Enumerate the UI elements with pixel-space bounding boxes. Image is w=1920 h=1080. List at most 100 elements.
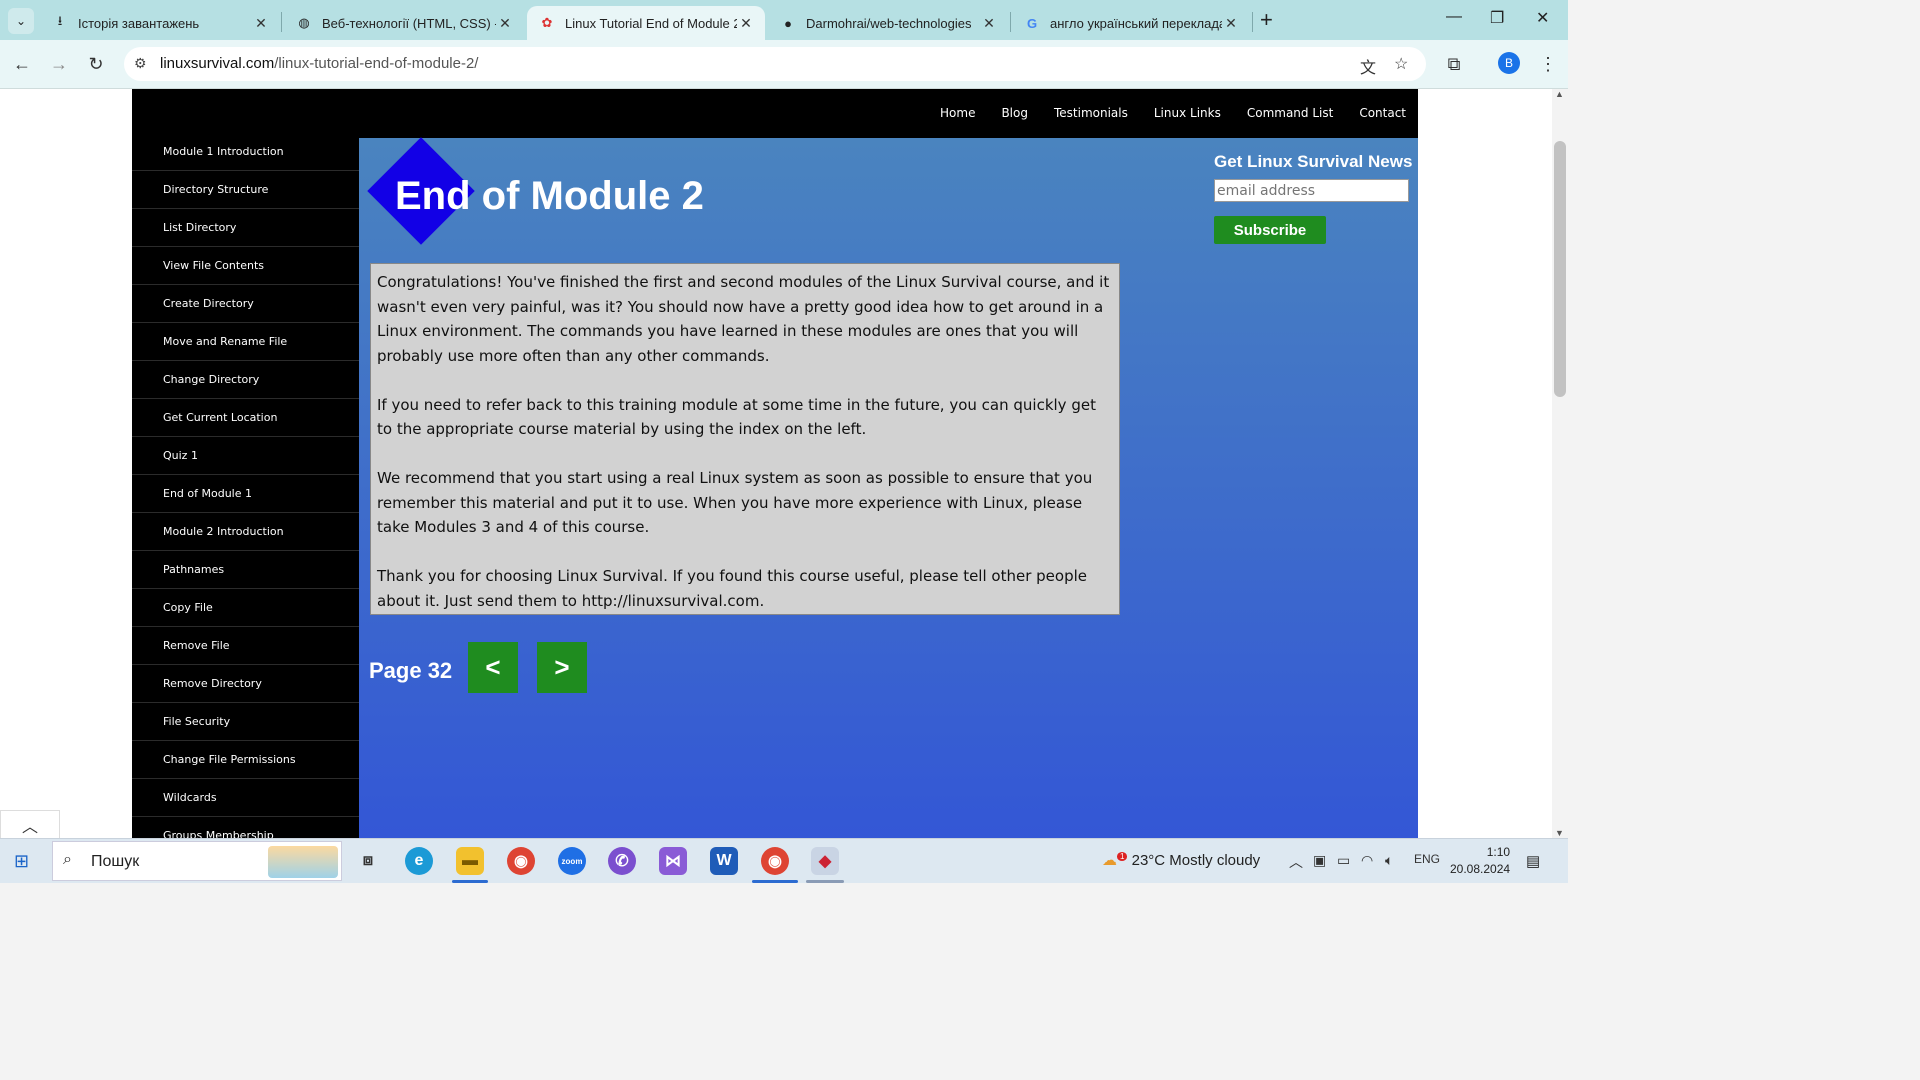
weather-widget[interactable]: ☁ 1 23°C Mostly cloudy — [1102, 851, 1260, 869]
forward-arrow-icon[interactable]: → — [47, 52, 71, 76]
chrome-icon[interactable]: ◉ — [507, 847, 535, 875]
sidebar-item[interactable]: Get Current Location — [132, 399, 359, 437]
close-window-icon[interactable]: ✕ — [1536, 8, 1549, 28]
sidebar-item[interactable]: Copy File — [132, 589, 359, 627]
viber-icon[interactable]: ✆ — [608, 847, 636, 875]
back-arrow-icon[interactable]: ← — [10, 52, 34, 76]
chevron-up-icon: ︿ — [21, 819, 38, 836]
sidebar-item[interactable]: Module 1 Introduction — [132, 133, 359, 171]
site-container: Home Blog Testimonials Linux Links Comma… — [132, 89, 1418, 838]
tab-downloads-history[interactable]: ⭳ Історія завантажень ✕ — [40, 6, 280, 40]
sidebar-item[interactable]: Groups Membership — [132, 817, 359, 838]
sidebar-item[interactable]: End of Module 1 — [132, 475, 359, 513]
sidebar-item[interactable]: List Directory — [132, 209, 359, 247]
reload-icon[interactable]: ↻ — [84, 52, 108, 76]
tab-web-technologies[interactable]: ◍ Веб-технології (HTML, CSS) - Л ✕ — [284, 6, 524, 40]
sidebar-item[interactable]: Change File Permissions — [132, 741, 359, 779]
sidebar-item[interactable]: Remove File — [132, 627, 359, 665]
scroll-thumb[interactable] — [1554, 141, 1566, 397]
profile-avatar[interactable]: B — [1498, 52, 1520, 74]
sidebar-item[interactable]: Module 2 Introduction — [132, 513, 359, 551]
task-view-icon[interactable]: ⧈ — [354, 847, 382, 875]
chrome-profile-icon[interactable]: ◉ — [761, 847, 789, 875]
page-viewport: Home Blog Testimonials Linux Links Comma… — [0, 89, 1552, 838]
wifi-icon[interactable]: ◠ — [1361, 852, 1373, 869]
restore-window-icon[interactable]: ❐ — [1490, 8, 1504, 28]
nav-testimonials[interactable]: Testimonials — [1054, 106, 1128, 120]
address-bar[interactable]: ⚙ linuxsurvival.com/linux-tutorial-end-o… — [124, 47, 1426, 81]
tab-strip: ⌄ ⭳ Історія завантажень ✕ ◍ Веб-технолог… — [0, 0, 1568, 40]
system-clock[interactable]: 1:10 20.08.2024 — [1450, 844, 1510, 878]
page-title: End of Module 2 — [395, 174, 704, 218]
taskbar-search-box[interactable]: ⌕ Пошук — [52, 841, 342, 881]
show-hidden-icons-icon[interactable]: ︿ — [1289, 852, 1303, 872]
sidebar-item[interactable]: Change Directory — [132, 361, 359, 399]
nav-linux-links[interactable]: Linux Links — [1154, 106, 1221, 120]
close-tab-icon[interactable]: ✕ — [737, 15, 755, 32]
word-icon[interactable]: W — [710, 847, 738, 875]
nav-command-list[interactable]: Command List — [1247, 106, 1333, 120]
sidebar-item[interactable]: Pathnames — [132, 551, 359, 589]
page-number-label: Page 32 — [369, 658, 453, 683]
previous-page-button[interactable]: < — [468, 642, 518, 693]
tab-github-repo[interactable]: ● Darmohrai/web-technologies ✕ — [768, 6, 1008, 40]
tab-linux-tutorial[interactable]: ✿ Linux Tutorial End of Module 2 ✕ — [527, 6, 765, 40]
google-icon: G — [1026, 15, 1038, 31]
language-indicator[interactable]: ENG — [1414, 852, 1440, 866]
email-field[interactable] — [1214, 179, 1409, 202]
tab-separator — [1010, 12, 1011, 32]
running-indicator — [806, 880, 844, 883]
sidebar-item[interactable]: Create Directory — [132, 285, 359, 323]
scroll-down-arrow-icon[interactable]: ▼ — [1555, 828, 1564, 838]
scroll-up-arrow-icon[interactable]: ▲ — [1555, 89, 1564, 99]
git-app-icon[interactable]: ◆ — [811, 847, 839, 875]
translate-icon[interactable]: 文 — [1360, 54, 1376, 78]
sidebar-item[interactable]: Remove Directory — [132, 665, 359, 703]
site-info-icon[interactable]: ⚙ — [134, 55, 147, 72]
nav-blog[interactable]: Blog — [1001, 106, 1028, 120]
visual-studio-icon[interactable]: ⋈ — [659, 847, 687, 875]
notification-center-icon[interactable]: ▤ — [1526, 852, 1540, 870]
new-tab-button[interactable]: + — [1260, 8, 1273, 32]
tab-separator — [281, 12, 282, 32]
close-tab-icon[interactable]: ✕ — [252, 15, 270, 32]
volume-icon[interactable]: 🔈︎ — [1385, 852, 1393, 869]
tab-search-menu-button[interactable]: ⌄ — [8, 8, 34, 34]
close-tab-icon[interactable]: ✕ — [496, 15, 514, 32]
minimize-window-icon[interactable]: — — [1446, 8, 1462, 26]
battery-icon[interactable]: ▭ — [1337, 852, 1350, 869]
sidebar-item[interactable]: View File Contents — [132, 247, 359, 285]
search-icon: ⌕ — [63, 851, 72, 868]
nav-home[interactable]: Home — [940, 106, 975, 120]
tab-google-translate[interactable]: G англо український переклада ✕ — [1012, 6, 1250, 40]
paragraph: We recommend that you start using a real… — [377, 469, 1093, 536]
next-page-button[interactable]: > — [537, 642, 587, 693]
browser-menu-icon[interactable]: ⋮ — [1536, 52, 1560, 76]
url-text[interactable]: linuxsurvival.com/linux-tutorial-end-of-… — [160, 55, 478, 72]
sidebar-item[interactable]: File Security — [132, 703, 359, 741]
close-tab-icon[interactable]: ✕ — [980, 15, 998, 32]
download-icon: ⭳ — [57, 13, 63, 28]
close-tab-icon[interactable]: ✕ — [1222, 15, 1240, 32]
edge-browser-icon[interactable]: e — [405, 847, 433, 875]
paragraph: Congratulations! You've finished the fir… — [377, 273, 1110, 365]
sidebar-item[interactable]: Directory Structure — [132, 171, 359, 209]
cloud-sun-icon: ☁ — [1102, 852, 1117, 869]
page-scrollbar[interactable]: ▲ ▼ — [1552, 89, 1568, 838]
extensions-puzzle-icon[interactable]: ⧉ — [1442, 52, 1466, 76]
subscribe-button[interactable]: Subscribe — [1214, 216, 1326, 244]
search-highlight-image — [268, 846, 338, 878]
zoom-icon[interactable]: zoom — [558, 847, 586, 875]
tab-separator — [1252, 12, 1253, 32]
globe-icon: ◍ — [298, 15, 310, 30]
nav-contact[interactable]: Contact — [1359, 106, 1406, 120]
scroll-to-top-button[interactable]: ︿ — [0, 810, 60, 840]
course-index-sidebar: Module 1 Introduction Directory Structur… — [132, 133, 359, 838]
windows-start-icon[interactable]: ⊞ — [14, 851, 29, 872]
meet-now-icon[interactable]: ▣ — [1313, 852, 1326, 869]
file-explorer-icon[interactable]: ▬ — [456, 847, 484, 875]
bookmark-star-icon[interactable]: ☆ — [1394, 54, 1408, 74]
sidebar-item[interactable]: Wildcards — [132, 779, 359, 817]
sidebar-item[interactable]: Move and Rename File — [132, 323, 359, 361]
sidebar-item[interactable]: Quiz 1 — [132, 437, 359, 475]
